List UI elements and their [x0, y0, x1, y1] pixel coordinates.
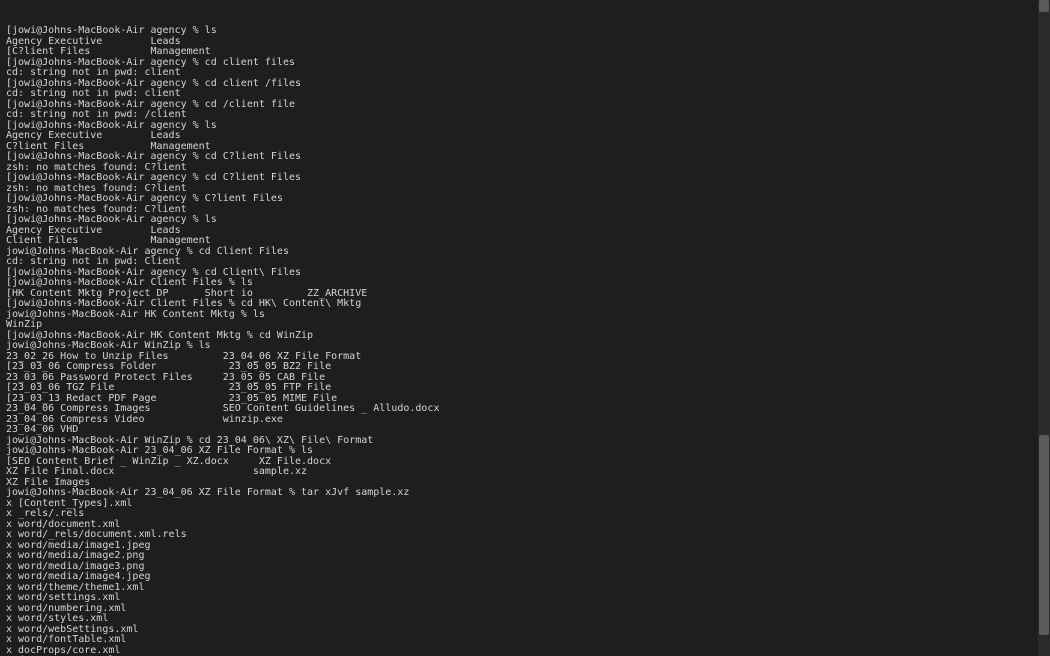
terminal-line: 23_04_06 VHD [6, 425, 1032, 436]
terminal-line: Client Files Management [6, 236, 1032, 247]
terminal-line: [jowi@Johns-MacBook-Air agency % cd C?li… [6, 152, 1032, 163]
terminal-line: WinZip [6, 320, 1032, 331]
terminal-line: x word/media/image4.jpeg [6, 572, 1032, 583]
terminal-line: jowi@Johns-MacBook-Air WinZip % ls [6, 341, 1032, 352]
terminal-line: [jowi@Johns-MacBook-Air agency % C?lient… [6, 194, 1032, 205]
terminal-line: x word/styles.xml [6, 614, 1032, 625]
terminal-line: 23_04_06 Compress Images SEO Content Gui… [6, 404, 1032, 415]
scrollbar-track[interactable] [1038, 0, 1050, 656]
terminal-line: x word/settings.xml [6, 593, 1032, 604]
terminal-line: x word/media/image3.png [6, 562, 1032, 573]
scrollbar-thumb-top[interactable] [1039, 0, 1049, 12]
terminal-line: [jowi@Johns-MacBook-Air agency % ls [6, 215, 1032, 226]
terminal-line: [jowi@Johns-MacBook-Air Client Files % l… [6, 278, 1032, 289]
terminal-line: x word/media/image1.jpeg [6, 541, 1032, 552]
terminal-line: x word/media/image2.png [6, 551, 1032, 562]
terminal-line: x docProps/core.xml [6, 646, 1032, 656]
terminal-line: 23_04_06 Compress Video winzip.exe [6, 415, 1032, 426]
terminal-line: x [Content_Types].xml [6, 499, 1032, 510]
terminal-line: jowi@Johns-MacBook-Air 23_04_06 XZ File … [6, 488, 1032, 499]
terminal-line: [jowi@Johns-MacBook-Air agency % cd C?li… [6, 173, 1032, 184]
terminal-line: x _rels/.rels [6, 509, 1032, 520]
terminal-line: jowi@Johns-MacBook-Air 23_04_06 XZ File … [6, 446, 1032, 457]
terminal-line: x word/fontTable.xml [6, 635, 1032, 646]
terminal-line: x word/theme/theme1.xml [6, 583, 1032, 594]
terminal-line: cd: string not in pwd: Client [6, 257, 1032, 268]
terminal-line: cd: string not in pwd: /client [6, 110, 1032, 121]
terminal-line: [23_03_06 TGZ File 23_05_05 FTP File [6, 383, 1032, 394]
terminal-line: [jowi@Johns-MacBook-Air Client Files % c… [6, 299, 1032, 310]
terminal-line: [jowi@Johns-MacBook-Air agency % ls [6, 26, 1032, 37]
terminal-line: [C?lient Files Management [6, 47, 1032, 58]
terminal-line: cd: string not in pwd: client [6, 68, 1032, 79]
terminal-line: jowi@Johns-MacBook-Air HK Content Mktg %… [6, 310, 1032, 321]
terminal-line: x word/webSettings.xml [6, 625, 1032, 636]
terminal-line: XZ File Final.docx sample.xz [6, 467, 1032, 478]
terminal-line: [23_03_06 Compress Folder 23_05_05 BZ2 F… [6, 362, 1032, 373]
terminal-lines: [jowi@Johns-MacBook-Air agency % ls Agenc… [6, 26, 1032, 656]
terminal-line: Agency Executive Leads [6, 131, 1032, 142]
terminal-line: x word/numbering.xml [6, 604, 1032, 615]
scrollbar-thumb[interactable] [1039, 435, 1049, 635]
terminal-line: x word/_rels/document.xml.rels [6, 530, 1032, 541]
terminal-output-area[interactable]: [jowi@Johns-MacBook-Air agency % ls Agenc… [0, 0, 1038, 656]
terminal-line: cd: string not in pwd: client [6, 89, 1032, 100]
